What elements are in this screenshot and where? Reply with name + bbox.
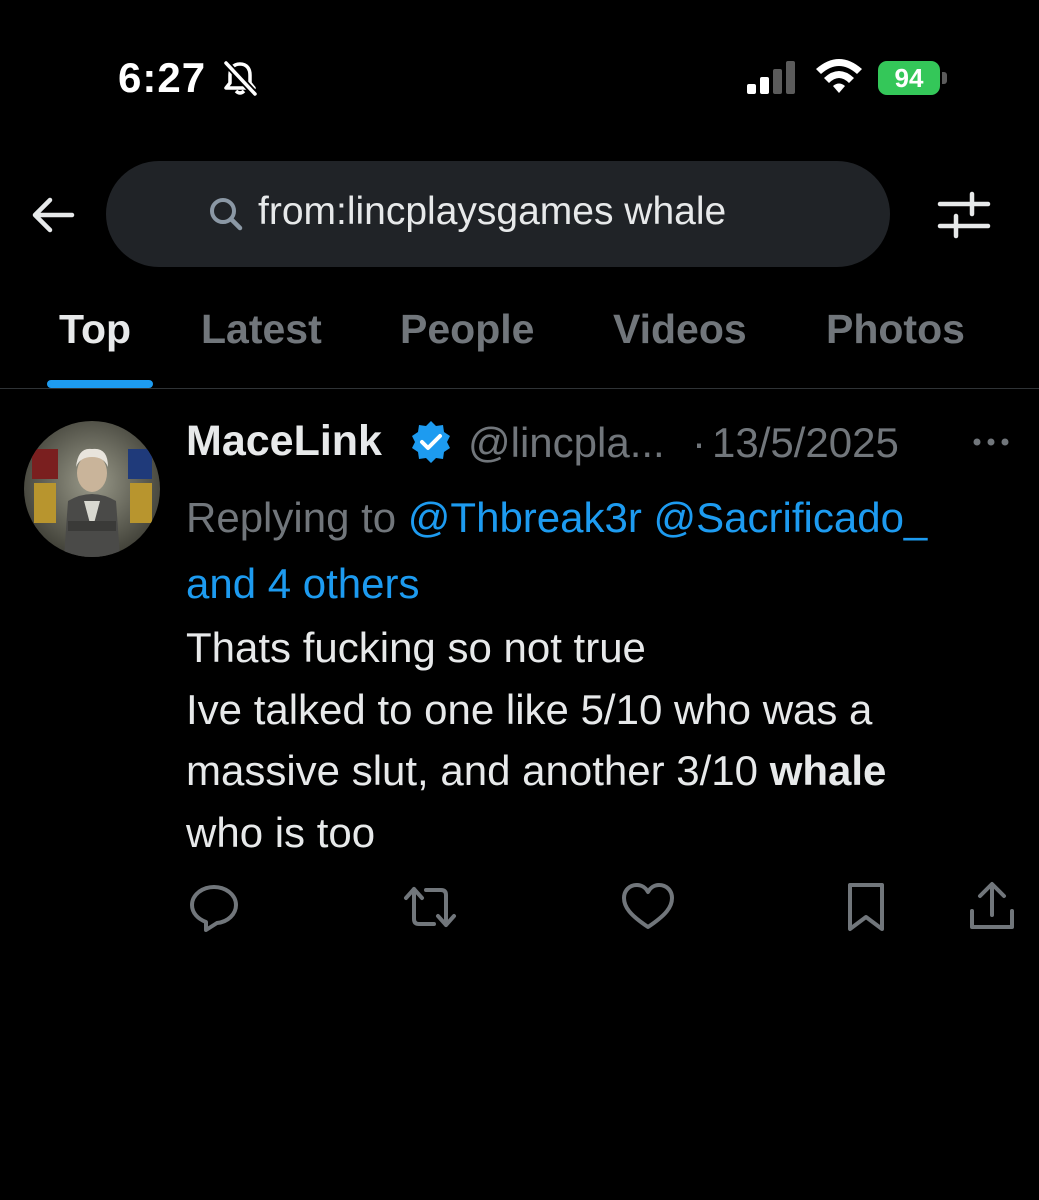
status-bar: 6:27 94 — [0, 0, 1039, 150]
tweet-text: Thats fucking so not true Ive talked to … — [186, 617, 1016, 863]
tweet-line: who is too — [186, 808, 376, 856]
more-icon[interactable] — [970, 427, 1012, 457]
tweet-actions — [0, 879, 1039, 939]
tweet[interactable]: MaceLink @lincpla... · 13/5/2025 Replyin… — [0, 389, 1039, 949]
retweet-icon[interactable] — [402, 879, 458, 935]
tweet-line: Thats fucking so not true — [186, 624, 646, 671]
tweet-date[interactable]: 13/5/2025 — [712, 419, 899, 467]
filter-icon[interactable] — [936, 190, 992, 240]
author-handle[interactable]: @lincpla... — [468, 419, 665, 467]
tab-videos[interactable]: Videos — [613, 306, 747, 353]
author-name[interactable]: MaceLink — [186, 417, 382, 466]
search-tabs: Top Latest People Videos Photos — [0, 290, 1039, 389]
status-time: 6:27 — [118, 54, 207, 101]
bell-slash-icon — [223, 60, 258, 97]
replying-prefix: Replying to — [186, 494, 397, 541]
replying-to: Replying to @Thbreak3r @Sacrificado_ and… — [186, 485, 1026, 617]
avatar[interactable] — [24, 421, 160, 557]
reply-icon[interactable] — [186, 879, 242, 935]
battery-cap — [942, 72, 947, 84]
signal-icon — [747, 61, 795, 94]
tab-latest[interactable]: Latest — [201, 306, 322, 353]
verified-icon — [412, 421, 450, 463]
others-link[interactable]: and 4 others — [186, 560, 420, 607]
like-icon[interactable] — [620, 879, 676, 935]
active-tab-indicator — [47, 380, 153, 388]
separator-dot: · — [692, 419, 706, 466]
bookmark-icon[interactable] — [838, 879, 894, 935]
search-icon — [210, 198, 243, 231]
tab-photos[interactable]: Photos — [826, 306, 965, 353]
battery-indicator: 94 — [878, 61, 948, 95]
tweet-line: massive slut, and another 3/10 — [186, 747, 759, 794]
share-icon[interactable] — [964, 879, 1020, 935]
back-arrow-icon[interactable] — [28, 190, 78, 240]
mention-link[interactable]: @Thbreak3r — [408, 494, 642, 541]
mention-link[interactable]: @Sacrificado_ — [654, 494, 928, 541]
search-highlight: whale — [769, 747, 887, 794]
search-query[interactable]: from:lincplaysgames whale — [258, 190, 726, 234]
tab-top[interactable]: Top — [59, 306, 131, 353]
tweet-line: Ive talked to one like 5/10 who was a — [186, 685, 873, 733]
tab-people[interactable]: People — [400, 306, 534, 353]
battery-level: 94 — [878, 61, 940, 95]
wifi-icon — [816, 59, 862, 93]
